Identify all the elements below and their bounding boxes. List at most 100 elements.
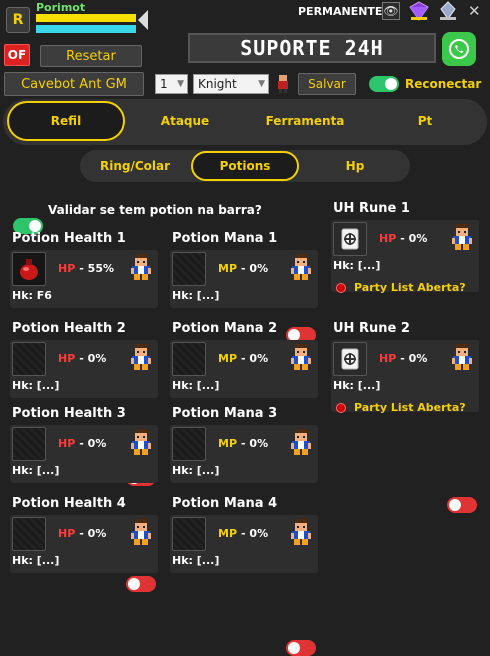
potion-mana-3-slot[interactable] [172,427,206,461]
potion-mana-3-stat-label: MP [218,437,238,450]
validate-label: Validar se tem potion na barra? [48,203,262,217]
collapse-arrow-icon[interactable] [138,10,148,30]
potion-health-1-title: Potion Health 1 [12,231,126,246]
uh-rune-1-hotkey[interactable]: Hk: [...] [333,259,380,272]
uh-rune-icon [341,228,359,250]
potion-health-3-value: HP - 0% [58,437,106,450]
reset-button[interactable]: Resetar [40,45,142,67]
party-list-label: Party List Aberta? [354,281,466,294]
subtab-hp[interactable]: Hp [305,151,405,181]
eye-icon[interactable]: 👁 [382,2,400,20]
potion-health-2-hotkey[interactable]: Hk: [...] [12,379,59,392]
potion-health-4-hotkey[interactable]: Hk: [...] [12,554,59,567]
potion-health-4-percent: - 0% [79,527,107,540]
character-avatar-icon [288,518,314,546]
subtab-potions[interactable]: Potions [191,151,299,181]
potion-mana-4-value: MP - 0% [218,527,268,540]
potion-health-4-value: HP - 0% [58,527,106,540]
r-button[interactable]: R [6,7,30,33]
gem-icon [409,1,429,21]
potion-mana-4-hotkey[interactable]: Hk: [...] [172,554,219,567]
uh-rune-2-value: HP - 0% [379,352,427,365]
potion-health-1-percent: - 55% [79,262,115,275]
character-avatar-icon [288,253,314,281]
party-status-dot[interactable] [336,403,346,413]
potion-health-3-hotkey[interactable]: Hk: [...] [12,464,59,477]
potion-health-3-percent: - 0% [79,437,107,450]
potion-mana-1-slot[interactable] [172,252,206,286]
mana-bar [36,25,136,33]
uh-rune-1-value: HP - 0% [379,232,427,245]
cavebot-button[interactable]: Cavebot Ant GM [4,72,144,96]
potion-mana-1-percent: - 0% [241,262,269,275]
character-name: Porimot [36,1,86,14]
potion-mana-2-title: Potion Mana 2 [172,321,278,336]
character-avatar-icon [128,253,154,281]
potion-mana-1-title: Potion Mana 1 [172,231,278,246]
vocation-select[interactable]: Knight ▼ [193,74,269,94]
crystal-icon [440,1,456,20]
character-avatar-icon [288,343,314,371]
uh-rune-2-toggle[interactable] [447,497,477,513]
party-status-dot[interactable] [336,283,346,293]
uh-rune-2-percent: - 0% [400,352,428,365]
potion-health-1-hotkey[interactable]: Hk: F6 [12,289,52,302]
potion-mana-3-hotkey[interactable]: Hk: [...] [172,464,219,477]
potion-health-2-percent: - 0% [79,352,107,365]
potion-health-3-slot[interactable] [12,427,46,461]
uh-rune-2-hotkey[interactable]: Hk: [...] [333,379,380,392]
license-label: PERMANENTE [298,5,383,18]
potion-health-1-value: HP - 55% [58,262,114,275]
tab-pt[interactable]: Pt [385,101,465,141]
potion-mana-2-slot[interactable] [172,342,206,376]
uh-rune-1-title: UH Rune 1 [333,201,410,216]
character-avatar-icon [128,343,154,371]
potion-mana-1-stat-label: MP [218,262,238,275]
slot-select[interactable]: 1 ▼ [155,74,188,94]
uh-rune-1-slot[interactable] [333,222,367,256]
support-banner[interactable]: SUPORTE 24H [188,33,436,63]
tab-ataque[interactable]: Ataque [135,101,235,141]
party-list-label: Party List Aberta? [354,401,466,414]
potion-mana-3-percent: - 0% [241,437,269,450]
uh-rune-2-title: UH Rune 2 [333,321,410,336]
potion-health-1-slot[interactable] [12,252,46,286]
potion-mana-4-slot[interactable] [172,517,206,551]
health-potion-icon [20,259,38,280]
save-button[interactable]: Salvar [298,73,356,95]
potion-mana-2-stat-label: MP [218,352,238,365]
uh-rune-2-slot[interactable] [333,342,367,376]
potion-mana-4-toggle[interactable] [286,640,316,656]
whatsapp-icon[interactable] [442,32,476,66]
potion-mana-1-hotkey[interactable]: Hk: [...] [172,289,219,302]
tab-refil[interactable]: Refil [7,101,125,141]
health-bar [36,14,136,22]
tab-ferramenta[interactable]: Ferramenta [250,101,360,141]
character-avatar-icon [449,343,475,371]
potion-health-4-slot[interactable] [12,517,46,551]
potion-mana-2-value: MP - 0% [218,352,268,365]
potion-health-4-stat-label: HP [58,527,76,540]
potion-health-4-title: Potion Health 4 [12,496,126,511]
potion-mana-1-value: MP - 0% [218,262,268,275]
potion-health-2-title: Potion Health 2 [12,321,126,336]
character-avatar-icon [288,428,314,456]
of-button[interactable]: OF [4,44,30,66]
vocation-select-value: Knight [198,77,237,91]
uh-rune-1-stat-label: HP [379,232,397,245]
potion-mana-4-percent: - 0% [241,527,269,540]
uh-rune-icon [341,348,359,370]
close-icon[interactable]: ✕ [468,2,481,20]
potion-mana-2-percent: - 0% [241,352,269,365]
potion-health-2-value: HP - 0% [58,352,106,365]
reconnect-toggle[interactable] [369,76,399,92]
character-avatar-icon [128,518,154,546]
potion-health-3-title: Potion Health 3 [12,406,126,421]
potion-health-2-slot[interactable] [12,342,46,376]
uh-rune-1-percent: - 0% [400,232,428,245]
subtab-ring-colar[interactable]: Ring/Colar [84,151,186,181]
character-avatar-icon [449,223,475,251]
potion-mana-2-hotkey[interactable]: Hk: [...] [172,379,219,392]
uh-rune-2-stat-label: HP [379,352,397,365]
potion-health-3-stat-label: HP [58,437,76,450]
